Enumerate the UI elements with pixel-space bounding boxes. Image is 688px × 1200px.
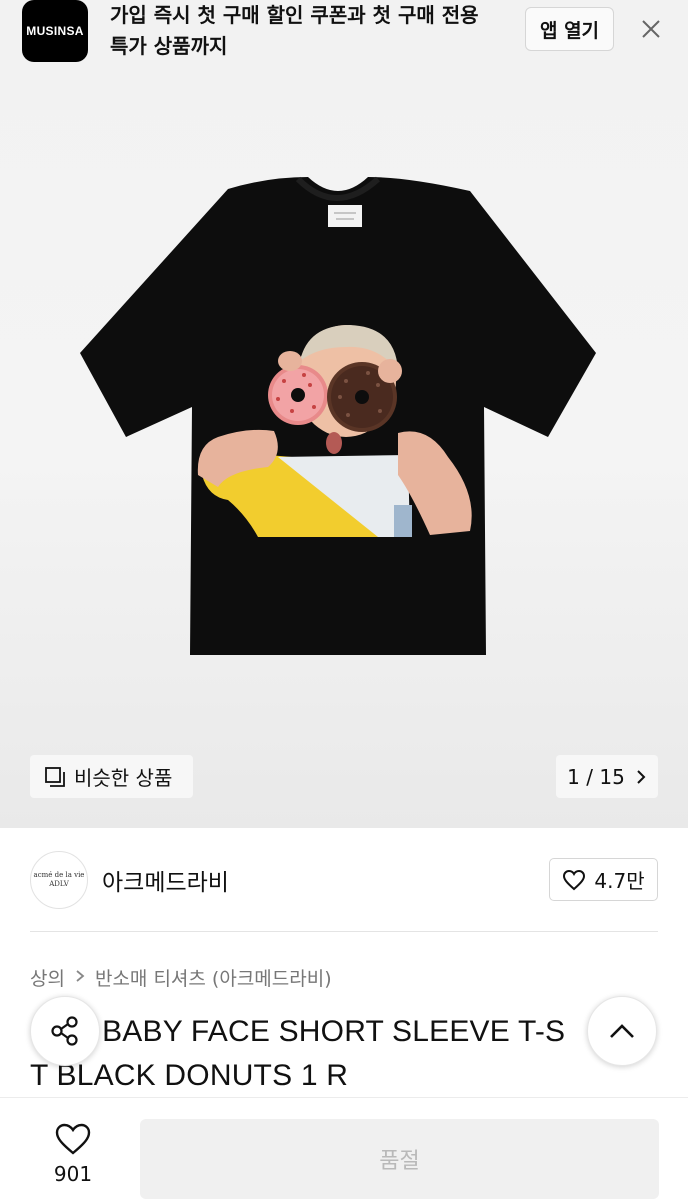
open-app-button[interactable]: 앱 열기: [525, 7, 614, 51]
heart-icon: [55, 1123, 91, 1155]
product-image[interactable]: [78, 175, 596, 657]
brand-like-count: 4.7만: [594, 869, 645, 893]
similar-products-label: 비슷한 상품: [74, 766, 173, 790]
chevron-up-icon: [610, 1024, 634, 1038]
product-title-line1: / BABY FACE SHORT SLEEVE T-S: [85, 1015, 566, 1048]
similar-products-button[interactable]: 비슷한 상품: [30, 755, 193, 798]
brand-logo-line2: ADLV: [49, 880, 69, 888]
wishlist-button[interactable]: 901: [40, 1122, 106, 1186]
wishlist-count: 901: [53, 1162, 93, 1186]
app-install-banner: MUSINSA 가입 즉시 첫 구매 할인 쿠폰과 첫 구매 전용 특가 상품까…: [0, 0, 688, 72]
scroll-to-top-button[interactable]: [587, 996, 657, 1066]
breadcrumb-subcategory[interactable]: 반소매 티셔츠 (아크메드라비): [95, 964, 332, 991]
page-indicator: 1 / 15: [567, 764, 625, 789]
product-title-line2: T BLACK DONUTS 1 R: [30, 1059, 349, 1092]
brand-logo[interactable]: acmé de la vie ADLV: [30, 851, 88, 909]
brand-name[interactable]: 아크메드라비: [102, 863, 229, 897]
breadcrumb-category[interactable]: 상의: [30, 964, 65, 991]
sold-out-button: 품절: [140, 1119, 659, 1199]
product-title: / BABY FACE SHORT SLEEVE T-S T BLACK DON…: [30, 1010, 660, 1098]
share-button[interactable]: [30, 996, 100, 1066]
brand-like-button[interactable]: 4.7만: [549, 858, 658, 901]
share-icon: [51, 1016, 78, 1046]
banner-message: 가입 즉시 첫 구매 할인 쿠폰과 첫 구매 전용 특가 상품까지: [110, 3, 479, 58]
divider: [30, 931, 658, 932]
musinsa-app-logo: MUSINSA: [22, 0, 88, 62]
chevron-right-icon: [637, 769, 646, 784]
similar-items-icon: [45, 766, 65, 787]
breadcrumb: 상의 반소매 티셔츠 (아크메드라비): [30, 964, 332, 991]
brand-logo-line1: acmé de la vie: [33, 871, 85, 879]
image-page-counter[interactable]: 1 / 15: [556, 755, 658, 798]
close-icon[interactable]: [636, 14, 666, 44]
heart-icon: [563, 869, 586, 890]
chevron-right-icon: [75, 968, 85, 988]
